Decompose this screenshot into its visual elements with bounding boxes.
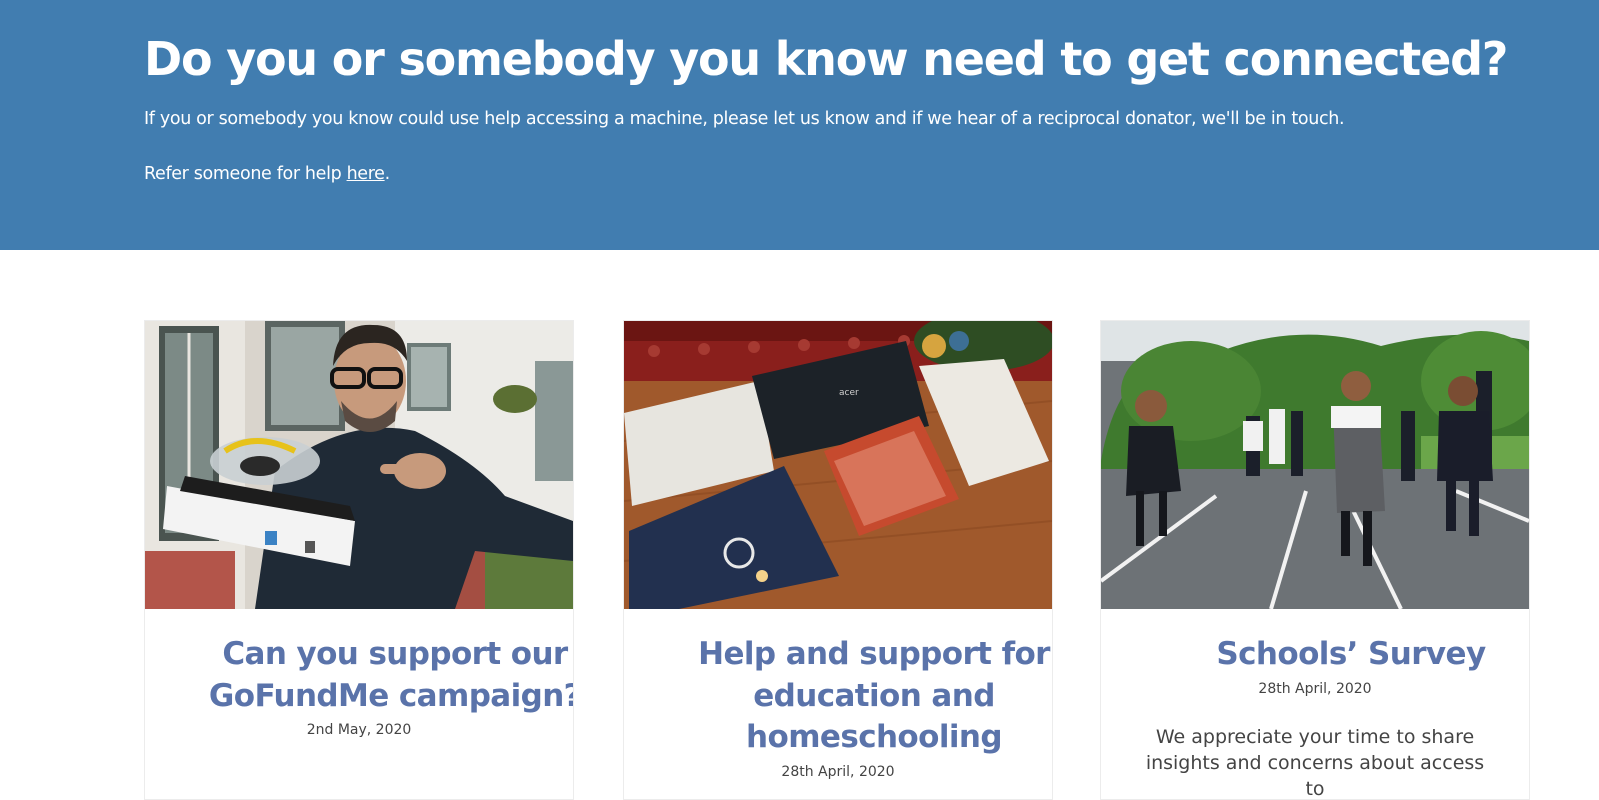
refer-here-link[interactable]: here <box>347 164 385 184</box>
svg-text:acer: acer <box>839 388 859 398</box>
laptops-on-table-photo[interactable]: acer <box>624 321 1052 609</box>
card-title[interactable]: Help and support for education and homes… <box>660 634 1053 759</box>
card-title[interactable]: Schools’ Survey <box>1137 634 1530 676</box>
hero-content: Do you or somebody you know need to get … <box>144 30 1464 186</box>
hero-description: If you or somebody you know could use he… <box>144 107 1464 131</box>
refer-line: Refer someone for help here. <box>144 162 1464 186</box>
refer-prefix: Refer someone for help <box>144 164 347 184</box>
hero-title: Do you or somebody you know need to get … <box>144 30 1464 88</box>
card-body: Can you support our GoFundMe campaign? 2… <box>145 634 573 739</box>
man-holding-laptop-photo[interactable] <box>145 321 573 609</box>
refer-suffix: . <box>385 164 390 184</box>
hero-banner: Do you or somebody you know need to get … <box>0 0 1599 250</box>
post-card-schools-survey[interactable]: Schools’ Survey 28th April, 2020 We appr… <box>1100 320 1530 800</box>
card-body: Schools’ Survey 28th April, 2020 We appr… <box>1101 634 1529 800</box>
post-card-education[interactable]: acer Help and support for education and … <box>623 320 1053 800</box>
card-date: 28th April, 2020 <box>660 763 1016 781</box>
card-body: Help and support for education and homes… <box>624 634 1052 781</box>
children-running-playground-photo[interactable] <box>1101 321 1529 609</box>
card-date: 2nd May, 2020 <box>181 721 537 739</box>
card-excerpt: We appreciate your time to share insight… <box>1137 724 1493 800</box>
card-date: 28th April, 2020 <box>1137 680 1493 698</box>
card-title[interactable]: Can you support our GoFundMe campaign? <box>181 634 574 717</box>
post-card-gofundme[interactable]: Can you support our GoFundMe campaign? 2… <box>144 320 574 800</box>
